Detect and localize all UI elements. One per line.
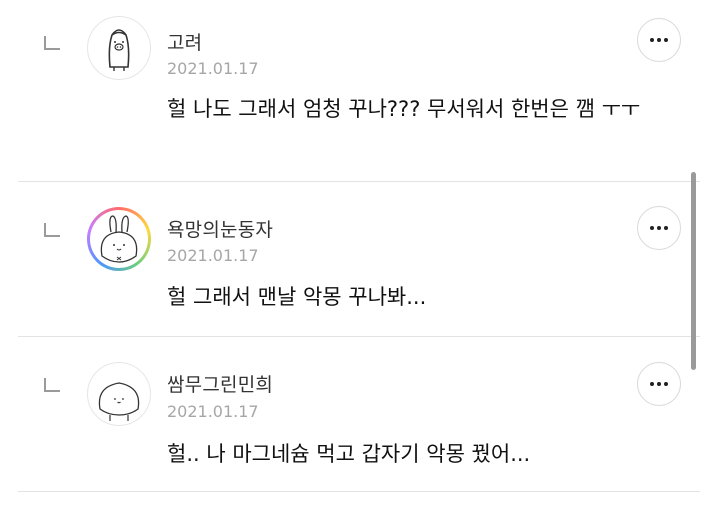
comment-author[interactable]: 고려	[167, 28, 202, 55]
comment-author[interactable]: 쌈무그린민희	[167, 370, 273, 397]
more-options-button[interactable]	[637, 206, 681, 250]
comment-date: 2021.01.17	[167, 59, 259, 78]
comment-divider	[18, 181, 700, 182]
more-dot-icon	[650, 382, 654, 386]
reply-indicator-icon	[44, 378, 60, 392]
comment-date: 2021.01.17	[167, 246, 259, 265]
comment-divider	[18, 336, 700, 337]
blob-face-avatar-icon[interactable]	[87, 362, 151, 426]
comment-text: 헐 그래서 맨날 악몽 꾸나봐...	[167, 285, 427, 309]
more-dot-icon	[650, 226, 654, 230]
reply-indicator-icon	[44, 36, 60, 50]
more-dot-icon	[657, 38, 661, 42]
more-options-button[interactable]	[637, 18, 681, 62]
more-dot-icon	[657, 226, 661, 230]
comment-text: 헐.. 나 마그네슘 먹고 갑자기 악몽 꿨어...	[167, 442, 531, 466]
more-dot-icon	[664, 382, 668, 386]
reply-indicator-icon	[44, 223, 60, 237]
comment-text: 헐 나도 그래서 엄청 꾸나??? 무서워서 한번은 깸 ㅜㅜ	[167, 97, 641, 121]
more-dot-icon	[664, 226, 668, 230]
more-dot-icon	[657, 382, 661, 386]
comment-author[interactable]: 욕망의눈동자	[167, 215, 273, 242]
bunny-avatar-icon[interactable]	[87, 207, 151, 271]
comment-thread: 고려 2021.01.17 헐 나도 그래서 엄청 꾸나??? 무서워서 한번은…	[0, 0, 725, 515]
more-dot-icon	[664, 38, 668, 42]
comment-divider	[18, 491, 700, 492]
more-options-button[interactable]	[637, 362, 681, 406]
comment-date: 2021.01.17	[167, 402, 259, 421]
more-dot-icon	[650, 38, 654, 42]
pig-penguin-avatar-icon[interactable]	[87, 16, 151, 80]
scrollbar-thumb[interactable]	[691, 172, 696, 370]
